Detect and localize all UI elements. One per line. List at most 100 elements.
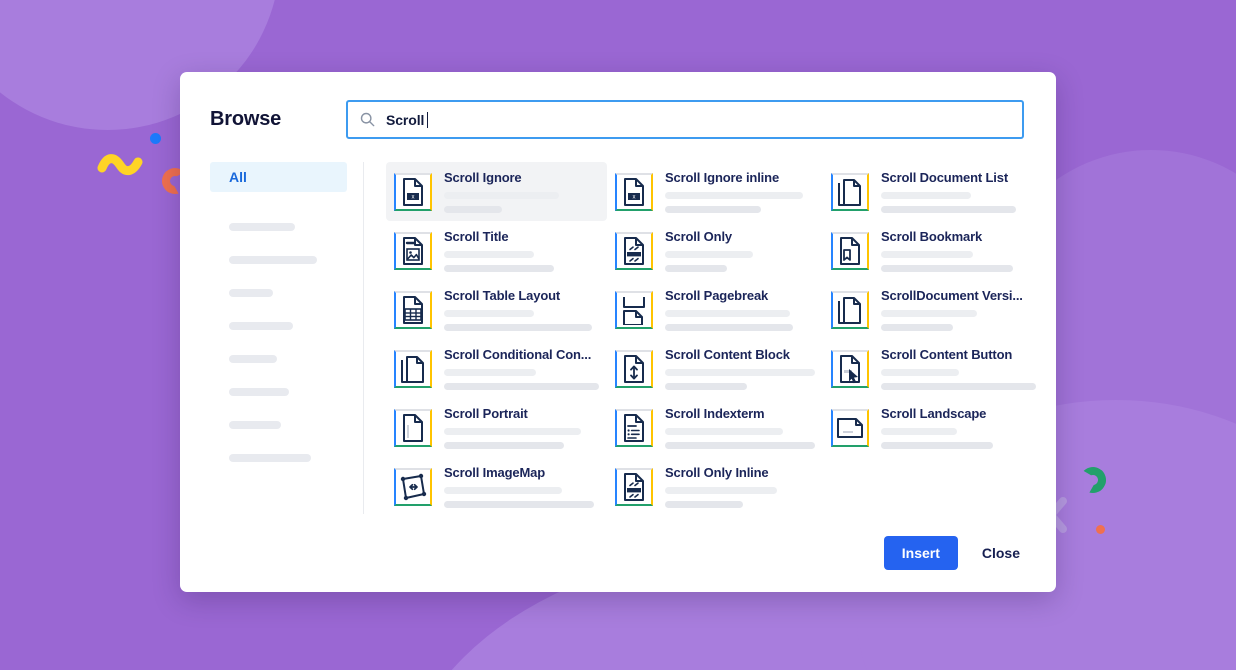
dialog-body: All xScroll IgnorexScroll Ignore inline S… (210, 162, 1024, 514)
macro-item-title: Scroll Bookmark (881, 229, 1036, 244)
macro-item[interactable]: ScrollDocument Versi... (823, 280, 1044, 339)
macro-item-title: Scroll Content Block (665, 347, 815, 362)
svg-text:x: x (412, 194, 415, 200)
document-landscape-icon (831, 409, 869, 447)
skeleton-bar (229, 256, 317, 264)
text-caret (427, 112, 428, 128)
search-icon (360, 112, 375, 127)
macro-item-title: Scroll Pagebreak (665, 288, 815, 303)
macro-item[interactable]: Scroll Title (386, 221, 607, 280)
macro-item-title: Scroll Title (444, 229, 599, 244)
macro-item-description-placeholder (444, 206, 502, 213)
sidebar-item-placeholder[interactable] (210, 276, 347, 309)
macro-item-text: Scroll Pagebreak (665, 288, 815, 331)
macro-item-title: Scroll Indexterm (665, 406, 815, 421)
macro-grid: xScroll IgnorexScroll Ignore inline Scrol… (386, 162, 1044, 514)
document-table-icon (394, 291, 432, 329)
macro-item[interactable]: Scroll Pagebreak (607, 280, 823, 339)
macro-item-title: ScrollDocument Versi... (881, 288, 1036, 303)
macro-item-description-placeholder (881, 324, 953, 331)
macro-item-text: Scroll Only Inline (665, 465, 815, 508)
macro-item-title: Scroll Only Inline (665, 465, 815, 480)
macro-item[interactable]: xScroll Ignore inline (607, 162, 823, 221)
macro-item-text: Scroll Table Layout (444, 288, 599, 331)
sidebar-item-placeholder[interactable] (210, 342, 347, 375)
sidebar-item-placeholder[interactable] (210, 441, 347, 474)
sidebar-item-label: All (229, 169, 247, 185)
macro-item[interactable]: Scroll Bookmark (823, 221, 1044, 280)
macro-item-title: Scroll Portrait (444, 406, 599, 421)
macro-item[interactable]: Scroll Portrait (386, 398, 607, 457)
macro-item[interactable]: Scroll Table Layout (386, 280, 607, 339)
sidebar-item-placeholder[interactable] (210, 243, 347, 276)
sidebar-item-placeholder[interactable] (210, 210, 347, 243)
macro-item-text: Scroll Conditional Con... (444, 347, 599, 390)
blue-dot-icon (150, 133, 161, 144)
svg-text:x: x (633, 194, 636, 200)
macro-item[interactable]: Scroll Conditional Con... (386, 339, 607, 398)
sidebar-item-placeholder[interactable] (210, 309, 347, 342)
macro-item[interactable]: Scroll Document List (823, 162, 1044, 221)
macro-item-text: Scroll Content Button (881, 347, 1036, 390)
document-bookmark-icon (831, 232, 869, 270)
dialog-footer: Insert Close (210, 514, 1024, 592)
macro-item[interactable]: Scroll Content Button (823, 339, 1044, 398)
macro-item-text: Scroll Content Block (665, 347, 815, 390)
macro-item-text: Scroll Document List (881, 170, 1036, 213)
macro-item[interactable]: Scroll Only (607, 221, 823, 280)
macro-item-description-placeholder (665, 192, 803, 199)
macro-item-text: Scroll Title (444, 229, 599, 272)
macro-item-description-placeholder (881, 265, 1013, 272)
document-copy-icon (831, 291, 869, 329)
macro-item-title: Scroll Conditional Con... (444, 347, 599, 362)
sidebar-item-placeholder[interactable] (210, 375, 347, 408)
sidebar-divider (363, 162, 364, 514)
macro-item[interactable]: Scroll Only Inline (607, 457, 823, 516)
macro-item-description-placeholder (444, 442, 564, 449)
document-portrait-icon (394, 409, 432, 447)
browse-dialog: Browse Scroll All xScroll IgnorexScroll … (180, 72, 1056, 592)
macro-item-description-placeholder (444, 369, 536, 376)
close-button[interactable]: Close (980, 536, 1022, 570)
macro-item-text: Scroll Indexterm (665, 406, 815, 449)
macro-item-description-placeholder (665, 265, 727, 272)
macro-item-title: Scroll Content Button (881, 347, 1036, 362)
document-copy-icon (831, 173, 869, 211)
macro-item[interactable]: Scroll ImageMap (386, 457, 607, 516)
macro-item-text: Scroll Only (665, 229, 815, 272)
macro-item-description-placeholder (665, 501, 743, 508)
macro-item-description-placeholder (881, 206, 1016, 213)
yellow-squiggle-icon (97, 152, 143, 178)
macro-item-description-placeholder (881, 369, 959, 376)
sidebar-item-all[interactable]: All (210, 162, 347, 192)
macro-item[interactable]: Scroll Indexterm (607, 398, 823, 457)
macro-item-text: Scroll Landscape (881, 406, 1036, 449)
sidebar-item-placeholder[interactable] (210, 408, 347, 441)
document-pagebreak-icon (615, 291, 653, 329)
skeleton-bar (229, 322, 293, 330)
macro-item-description-placeholder (665, 310, 790, 317)
macro-item-text: Scroll ImageMap (444, 465, 599, 508)
macro-item-description-placeholder (665, 442, 815, 449)
macro-item-text: Scroll Portrait (444, 406, 599, 449)
category-sidebar: All (210, 162, 347, 514)
document-only-icon (615, 232, 653, 270)
search-input[interactable]: Scroll (346, 100, 1024, 139)
macro-item-description-placeholder (444, 428, 581, 435)
macro-item[interactable]: Scroll Content Block (607, 339, 823, 398)
macro-item-text: ScrollDocument Versi... (881, 288, 1036, 331)
orange-dot-icon (1096, 525, 1105, 534)
macro-item-description-placeholder (665, 487, 777, 494)
document-x-icon: x (615, 173, 653, 211)
insert-button[interactable]: Insert (884, 536, 958, 570)
macro-item[interactable]: Scroll Landscape (823, 398, 1044, 457)
document-cursor-icon (831, 350, 869, 388)
macro-item-description-placeholder (881, 310, 977, 317)
macro-item-title: Scroll Landscape (881, 406, 1036, 421)
document-copy-icon (394, 350, 432, 388)
search-input-value: Scroll (386, 112, 428, 128)
macro-item-description-placeholder (444, 192, 559, 199)
macro-item-description-placeholder (444, 487, 562, 494)
macro-item-description-placeholder (665, 383, 747, 390)
macro-item[interactable]: xScroll Ignore (386, 162, 607, 221)
